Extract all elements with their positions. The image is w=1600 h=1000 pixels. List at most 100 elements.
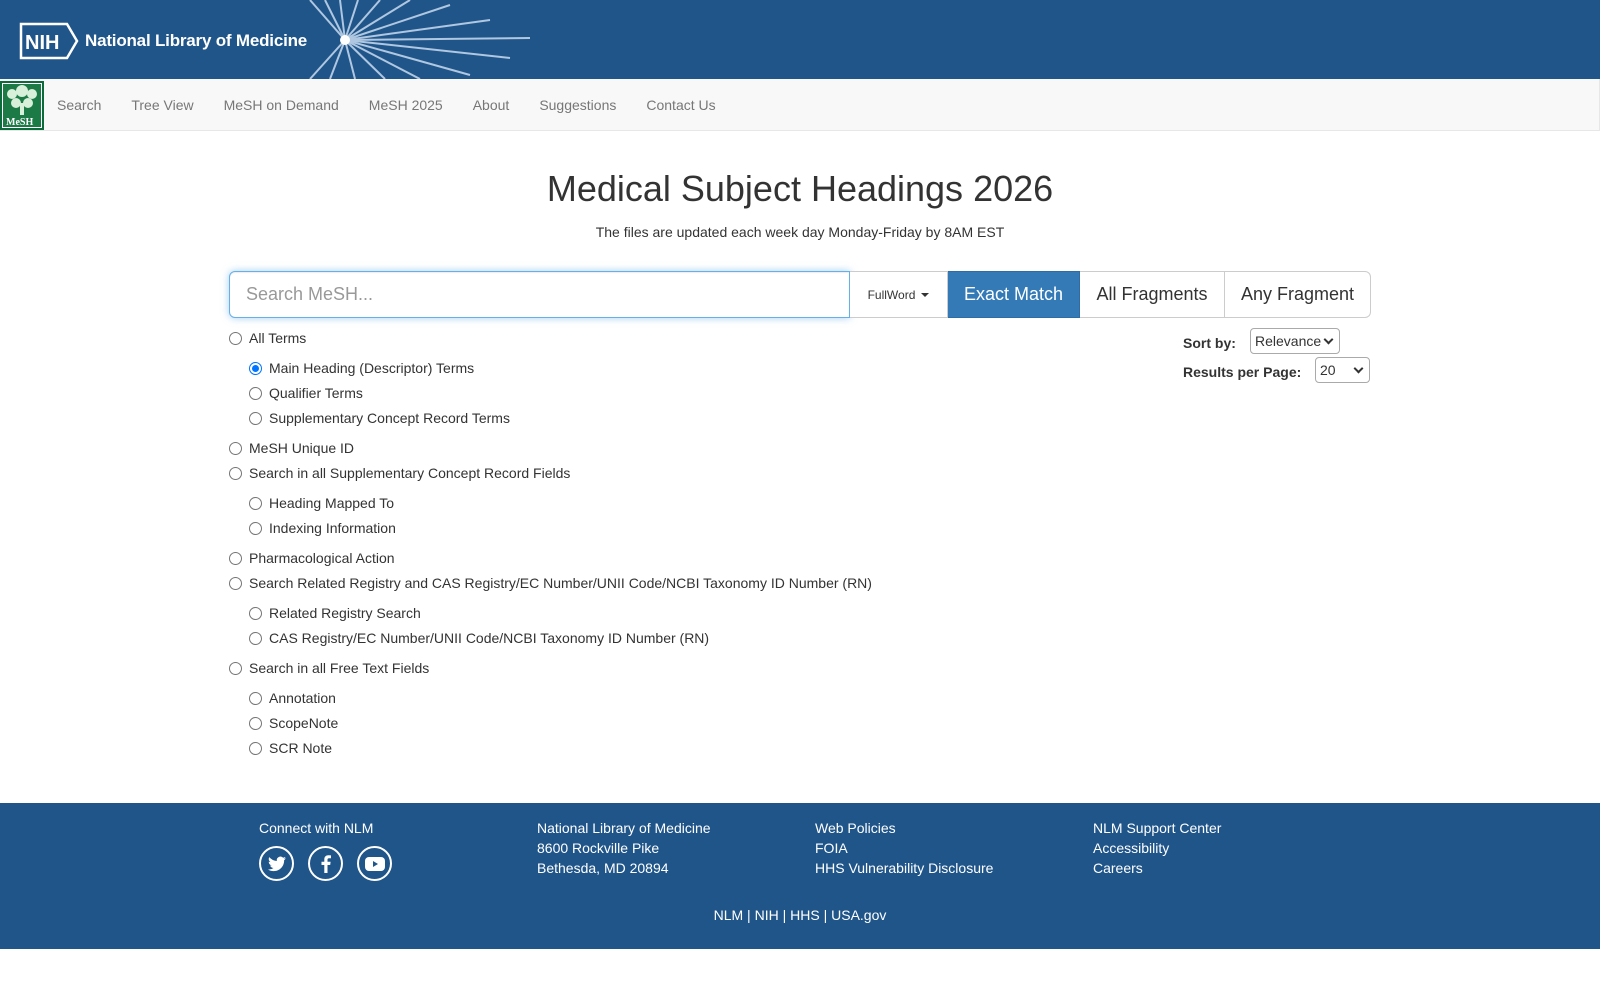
nlm-logo[interactable]: NIH National Library of Medicine — [19, 21, 307, 61]
option-label: MeSH Unique ID — [249, 440, 355, 456]
radio-free-text[interactable] — [229, 661, 242, 675]
usagov-link[interactable]: USA.gov — [831, 907, 886, 923]
option-scr-fields[interactable]: Search in all Supplementary Concept Reco… — [229, 465, 570, 481]
search-mode-dropdown[interactable]: FullWord — [850, 271, 948, 318]
nav-contact-us[interactable]: Contact Us — [631, 79, 730, 131]
footer-address-line[interactable]: National Library of Medicine — [537, 818, 711, 838]
sort-by-value: Relevance — [1255, 333, 1322, 349]
option-label: ScopeNote — [269, 715, 339, 731]
option-label: All Terms — [249, 330, 307, 346]
nih-logo-icon: NIH — [19, 22, 79, 60]
radio-annotation[interactable] — [249, 691, 262, 705]
page-title: Medical Subject Headings 2026 — [546, 168, 1054, 209]
results-per-page-value: 20 — [1320, 362, 1336, 378]
option-scr-terms[interactable]: Supplementary Concept Record Terms — [249, 410, 510, 426]
nlm-header-banner: NIH National Library of Medicine — [0, 0, 1600, 79]
radio-scope-note[interactable] — [249, 716, 262, 730]
option-indexing-info[interactable]: Indexing Information — [249, 520, 396, 536]
option-heading-mapped[interactable]: Heading Mapped To — [249, 495, 394, 511]
option-related-registry[interactable]: Related Registry Search — [249, 605, 421, 621]
radio-scr-note[interactable] — [249, 741, 262, 755]
nlm-support-center-link[interactable]: NLM Support Center — [1093, 818, 1221, 838]
radio-unique-id[interactable] — [229, 441, 242, 455]
sort-by-select[interactable]: Relevance — [1250, 328, 1340, 354]
radio-qualifier[interactable] — [249, 386, 262, 400]
footer-address-line: Bethesda, MD 20894 — [537, 860, 669, 876]
facebook-icon[interactable] — [308, 846, 343, 881]
nav-about[interactable]: About — [458, 79, 525, 131]
option-label: Search Related Registry and CAS Registry… — [249, 575, 872, 591]
option-label: Heading Mapped To — [269, 495, 395, 511]
careers-link[interactable]: Careers — [1093, 858, 1221, 878]
search-input[interactable] — [229, 271, 850, 318]
footer-address-line: 8600 Rockville Pike — [537, 840, 660, 856]
radio-indexing-info[interactable] — [249, 521, 262, 535]
option-label: Indexing Information — [269, 520, 396, 536]
nav-mesh-on-demand[interactable]: MeSH on Demand — [209, 79, 354, 131]
nlm-link[interactable]: NLM — [714, 907, 744, 923]
nav-tree-view[interactable]: Tree View — [116, 79, 208, 131]
radio-related-registry[interactable] — [249, 606, 262, 620]
site-footer: Connect with NLM National Library of Med… — [0, 803, 1600, 949]
option-main-heading[interactable]: Main Heading (Descriptor) Terms — [249, 360, 474, 376]
option-qualifier[interactable]: Qualifier Terms — [249, 385, 363, 401]
radio-heading-mapped[interactable] — [249, 496, 262, 510]
foia-link[interactable]: FOIA — [815, 838, 993, 858]
youtube-icon[interactable] — [357, 846, 392, 881]
radio-scr-terms[interactable] — [249, 411, 262, 425]
footer-address: National Library of Medicine 8600 Rockvi… — [537, 818, 711, 878]
hhs-link[interactable]: HHS — [790, 907, 820, 923]
option-annotation[interactable]: Annotation — [249, 690, 336, 706]
option-label: Related Registry Search — [269, 605, 421, 621]
nav-mesh-2025[interactable]: MeSH 2025 — [354, 79, 458, 131]
option-cas-registry[interactable]: CAS Registry/EC Number/UNII Code/NCBI Ta… — [249, 630, 709, 646]
exact-match-button[interactable]: Exact Match — [948, 271, 1080, 318]
option-label: Annotation — [269, 690, 336, 706]
option-label: CAS Registry/EC Number/UNII Code/NCBI Ta… — [269, 630, 710, 646]
twitter-icon[interactable] — [259, 846, 294, 881]
option-pharm-action[interactable]: Pharmacological Action — [229, 550, 395, 566]
accessibility-link[interactable]: Accessibility — [1093, 838, 1221, 858]
svg-text:NIH: NIH — [25, 32, 59, 54]
web-policies-link[interactable]: Web Policies — [815, 818, 993, 838]
option-label: Search in all Free Text Fields — [249, 660, 430, 676]
option-scope-note[interactable]: ScopeNote — [249, 715, 338, 731]
hhs-vulnerability-link[interactable]: HHS Vulnerability Disclosure — [815, 858, 993, 878]
option-all-terms[interactable]: All Terms — [229, 330, 306, 346]
option-related-registry-all[interactable]: Search Related Registry and CAS Registry… — [229, 575, 872, 591]
radio-pharm-action[interactable] — [229, 551, 242, 565]
radio-cas-registry[interactable] — [249, 631, 262, 645]
option-label: SCR Note — [269, 740, 333, 756]
option-label: Search in all Supplementary Concept Reco… — [249, 465, 571, 481]
mesh-tree-logo-icon[interactable]: MeSH — [0, 81, 44, 130]
results-per-page-select[interactable]: 20 — [1315, 357, 1370, 383]
footer-support: NLM Support Center Accessibility Careers — [1093, 818, 1221, 878]
search-mode-label: FullWord — [867, 287, 916, 302]
banner-rays-graphic — [309, 0, 531, 79]
radio-main-heading[interactable] — [249, 361, 262, 375]
any-fragment-button[interactable]: Any Fragment — [1225, 271, 1371, 318]
footer-connect: Connect with NLM — [259, 818, 373, 838]
chevron-down-icon — [1323, 334, 1334, 344]
sort-by-label: Sort by: — [1183, 335, 1236, 351]
nav-menu: Search Tree View MeSH on Demand MeSH 202… — [42, 79, 731, 131]
option-free-text[interactable]: Search in all Free Text Fields — [229, 660, 429, 676]
nih-link[interactable]: NIH — [755, 907, 779, 923]
option-unique-id[interactable]: MeSH Unique ID — [229, 440, 354, 456]
footer-policies: Web Policies FOIA HHS Vulnerability Disc… — [815, 818, 993, 878]
caret-down-icon — [921, 292, 930, 297]
social-links — [259, 846, 392, 881]
radio-related-registry-all[interactable] — [229, 576, 242, 590]
search-bar: FullWord Exact Match All Fragments Any F… — [229, 271, 1371, 318]
page-subtitle: The files are updated each week day Mond… — [595, 224, 1005, 240]
nav-search[interactable]: Search — [42, 79, 116, 131]
footer-bottom-links: NLM | NIH | HHS | USA.gov — [713, 907, 887, 923]
results-per-page-label: Results per Page: — [1183, 364, 1302, 380]
connect-with-nlm-link[interactable]: Connect with NLM — [259, 818, 373, 838]
nav-suggestions[interactable]: Suggestions — [524, 79, 631, 131]
option-scr-note[interactable]: SCR Note — [249, 740, 332, 756]
all-fragments-button[interactable]: All Fragments — [1080, 271, 1225, 318]
radio-scr-fields[interactable] — [229, 466, 242, 480]
radio-all-terms[interactable] — [229, 331, 242, 345]
nlm-logo-text: National Library of Medicine — [85, 31, 308, 50]
